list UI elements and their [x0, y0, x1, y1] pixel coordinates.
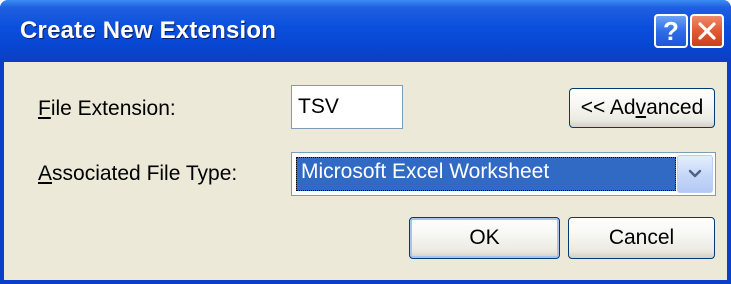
dropdown-arrow-button[interactable] [677, 155, 713, 193]
advanced-button-pre: << Ad [580, 96, 636, 119]
cancel-button-label: Cancel [608, 226, 675, 249]
file-type-dropdown[interactable]: Microsoft Excel Worksheet [291, 152, 716, 196]
advanced-button-post: anced [646, 96, 704, 119]
title-bar[interactable]: Create New Extension ? [0, 0, 731, 62]
chevron-down-icon [688, 169, 702, 178]
ok-button[interactable]: OK [409, 217, 560, 259]
advanced-button[interactable]: << Ad v anced [569, 88, 715, 128]
file-type-label: Associated File Type: [38, 162, 237, 186]
file-type-label-text: ssociated File Type: [52, 162, 238, 185]
advanced-button-accel: v [635, 96, 647, 119]
file-extension-label-text: ile Extension: [50, 97, 176, 120]
help-button[interactable]: ? [654, 14, 688, 48]
cancel-button[interactable]: Cancel [568, 217, 715, 259]
dialog-window: Create New Extension ? File Extension: <… [0, 0, 731, 284]
close-button[interactable] [690, 14, 724, 48]
help-icon: ? [663, 15, 679, 46]
file-extension-label: File Extension: [38, 97, 176, 121]
file-type-selected[interactable]: Microsoft Excel Worksheet [296, 157, 676, 191]
file-extension-input[interactable] [291, 85, 403, 129]
ok-button-label: OK [469, 226, 500, 249]
file-type-accel: A [38, 162, 53, 185]
file-extension-accel: F [38, 97, 51, 120]
close-icon [698, 22, 716, 40]
dialog-title: Create New Extension [20, 17, 277, 44]
